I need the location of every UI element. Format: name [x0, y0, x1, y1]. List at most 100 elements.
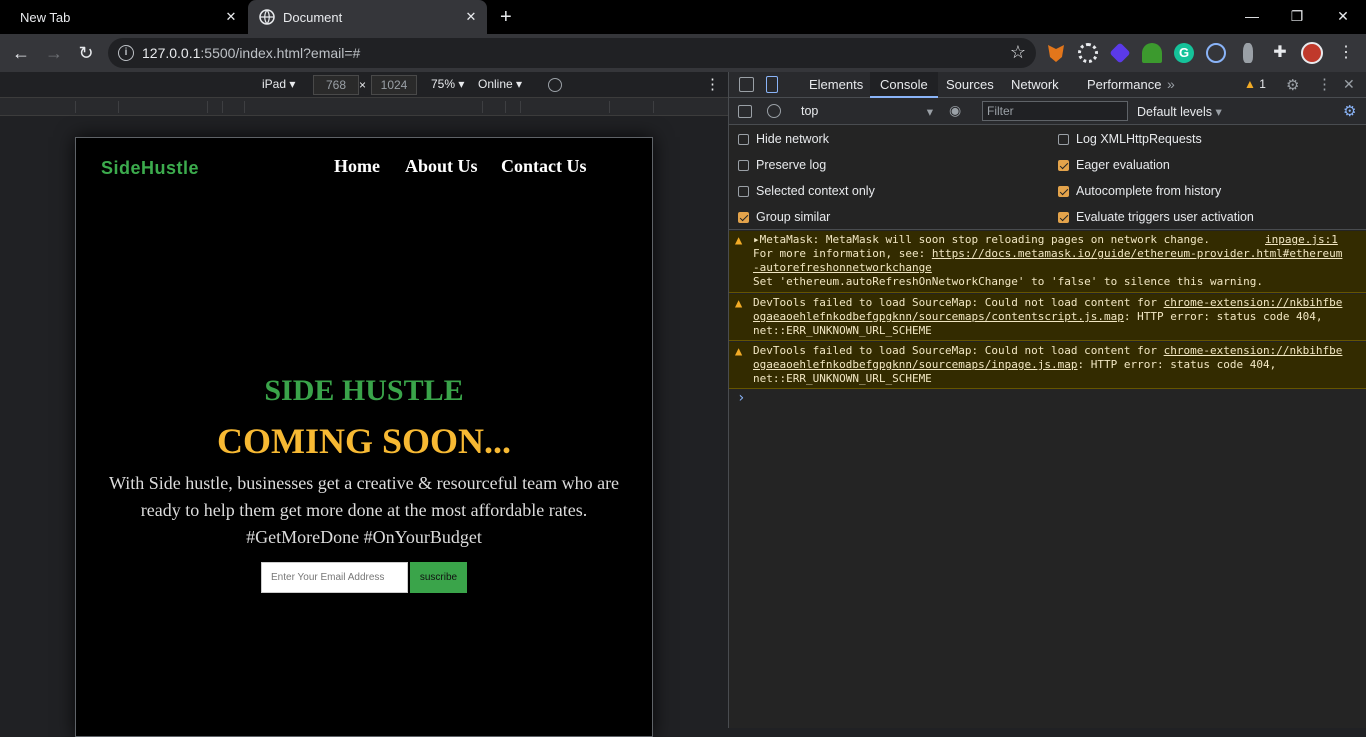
live-expression-eye-icon[interactable]: ◉ [949, 102, 961, 119]
checkbox[interactable] [738, 159, 749, 171]
checkbox[interactable] [738, 133, 749, 145]
profile-avatar[interactable] [1301, 42, 1323, 64]
checkbox-checked[interactable] [738, 211, 749, 223]
new-tab-plus-icon[interactable]: + [500, 7, 518, 27]
console-warning-message[interactable]: ▲ DevTools failed to load SourceMap: Cou… [729, 294, 1366, 341]
console-warning-message[interactable]: ▲ ▸MetaMask: MetaMask will soon stop rel… [729, 231, 1366, 293]
tab-new-tab[interactable]: New Tab ✕ [0, 0, 247, 34]
tab-console[interactable]: Console [870, 72, 938, 98]
devtools-close-icon[interactable]: ✕ [1343, 76, 1355, 93]
grammarly-icon[interactable]: G [1174, 43, 1194, 63]
viewport-height-input[interactable]: 1024 [371, 75, 417, 95]
console-filter-input[interactable]: Filter [982, 101, 1128, 121]
gear-extension-icon[interactable] [1078, 43, 1098, 63]
console-warning-message[interactable]: ▲ DevTools failed to load SourceMap: Cou… [729, 342, 1366, 389]
back-arrow-icon[interactable]: ← [9, 41, 33, 65]
tab-network[interactable]: Network [1001, 72, 1069, 98]
network-throttle-select[interactable]: Online ▾ [478, 77, 522, 91]
tab-title: New Tab [20, 9, 71, 25]
tab-title: Document [283, 9, 343, 25]
nav-link-home[interactable]: Home [334, 156, 380, 177]
menu-kebab-icon[interactable]: ⋮ [1336, 43, 1356, 63]
context-value: top [801, 104, 819, 118]
option-label: Group similar [756, 210, 831, 224]
context-select[interactable]: top ▾ [801, 104, 933, 119]
warning-icon: ▲ [735, 296, 743, 310]
address-bar[interactable]: i 127.0.0.1:5500/index.html?email=# ☆ [108, 38, 1036, 68]
log-levels-select[interactable]: Default levels ▾ [1137, 104, 1222, 119]
nav-link-about[interactable]: About Us [405, 156, 478, 177]
checkbox-checked[interactable] [1058, 211, 1069, 223]
message-link[interactable]: -autorefreshonnetworkchange [753, 261, 932, 274]
message-body: DevTools failed to load SourceMap: Could… [753, 296, 1343, 338]
restore-icon[interactable]: ❐ [1285, 5, 1309, 27]
option-autocomplete-history[interactable]: Autocomplete from history [1058, 184, 1221, 198]
media-query-bar[interactable] [0, 98, 728, 116]
site-logo[interactable]: SideHustle [101, 158, 199, 179]
hero-subtitle: COMING SOON... [216, 421, 511, 461]
option-hide-network[interactable]: Hide network [738, 132, 829, 146]
tab-performance[interactable]: Performance [1077, 72, 1171, 98]
inspect-element-icon[interactable] [739, 77, 754, 92]
option-preserve-log[interactable]: Preserve log [738, 158, 826, 172]
sidebar-toggle-icon[interactable] [738, 105, 752, 118]
viewport-width-input[interactable]: 768 [313, 75, 359, 95]
tab-sources[interactable]: Sources [936, 72, 1004, 98]
cube-extension-icon[interactable] [1109, 42, 1131, 64]
hero-title: SIDE HUSTLE [264, 374, 464, 407]
option-label: Autocomplete from history [1076, 184, 1222, 198]
option-label: Preserve log [756, 158, 827, 172]
reload-icon[interactable]: ↻ [74, 41, 98, 65]
message-source-link[interactable]: inpage.js:1 [1265, 233, 1338, 247]
clear-console-icon[interactable] [767, 104, 781, 118]
option-log-xhr[interactable]: Log XMLHttpRequests [1058, 132, 1202, 146]
option-eager-evaluation[interactable]: Eager evaluation [1058, 158, 1170, 172]
console-settings-gear-icon[interactable]: ⚙ [1343, 102, 1356, 120]
checkbox[interactable] [1058, 133, 1069, 145]
tab-strip: New Tab ✕ Document ✕ + — ❐ ✕ [0, 0, 1366, 34]
checkbox-checked[interactable] [1058, 159, 1069, 171]
zoom-select[interactable]: 75% ▾ [431, 77, 464, 91]
minimize-icon[interactable]: — [1240, 5, 1264, 27]
window-close-icon[interactable]: ✕ [1331, 5, 1355, 27]
device-menu-kebab-icon[interactable]: ⋮ [705, 75, 720, 93]
message-link[interactable]: ogaeaoehlefnkodbefgpgknn/sourcemaps/cont… [753, 310, 1124, 323]
close-icon[interactable]: ✕ [463, 9, 479, 25]
metamask-fox-icon[interactable] [1048, 45, 1064, 62]
settings-gear-icon[interactable]: ⚙ [1286, 76, 1299, 94]
tree-extension-icon[interactable] [1142, 43, 1162, 63]
rotate-icon[interactable] [548, 78, 562, 92]
warning-counter[interactable]: ▲ 1 [1244, 77, 1266, 91]
email-input[interactable]: Enter Your Email Address [261, 562, 408, 593]
subscribe-button[interactable]: suscribe [410, 562, 467, 593]
message-text: DevTools failed to load SourceMap: Could… [753, 296, 1164, 309]
devtools-menu-kebab-icon[interactable]: ⋮ [1317, 75, 1332, 93]
device-toggle-icon[interactable] [766, 76, 778, 93]
nav-link-contact[interactable]: Contact Us [501, 156, 587, 177]
forward-arrow-icon[interactable]: → [42, 41, 66, 65]
tab-elements[interactable]: Elements [799, 72, 873, 98]
emulated-viewport: SideHustle Home About Us Contact Us SIDE… [0, 117, 728, 737]
devtools-panel: Elements Console Sources Network Perform… [728, 72, 1366, 728]
extensions-puzzle-icon[interactable]: ✚ [1270, 43, 1290, 63]
message-link[interactable]: chrome-extension://nkbihfbe [1164, 296, 1343, 309]
tab-document[interactable]: Document ✕ [248, 0, 487, 34]
console-prompt[interactable]: › [737, 390, 745, 406]
option-evaluate-triggers[interactable]: Evaluate triggers user activation [1058, 210, 1254, 224]
checkbox[interactable] [738, 185, 749, 197]
info-icon[interactable]: i [118, 45, 134, 61]
message-link[interactable]: ogaeaoehlefnkodbefgpgknn/sourcemaps/inpa… [753, 358, 1078, 371]
option-group-similar[interactable]: Group similar [738, 210, 830, 224]
console-toolbar: top ▾ ◉ Filter Default levels ▾ ⚙ [729, 98, 1366, 125]
message-link[interactable]: https://docs.metamask.io/guide/ethereum-… [932, 247, 1343, 260]
message-link[interactable]: chrome-extension://nkbihfbe [1164, 344, 1343, 357]
checkbox-checked[interactable] [1058, 185, 1069, 197]
url-text[interactable]: 127.0.0.1:5500/index.html?email=# [142, 45, 360, 61]
bookmark-star-icon[interactable]: ☆ [1010, 42, 1026, 63]
close-icon[interactable]: ✕ [223, 9, 239, 25]
device-select[interactable]: iPad ▾ [262, 77, 295, 91]
option-selected-context[interactable]: Selected context only [738, 184, 875, 198]
more-tabs-chevron-icon[interactable]: » [1167, 76, 1175, 92]
ghost-extension-icon[interactable] [1243, 43, 1253, 63]
react-devtools-icon[interactable] [1206, 43, 1226, 63]
